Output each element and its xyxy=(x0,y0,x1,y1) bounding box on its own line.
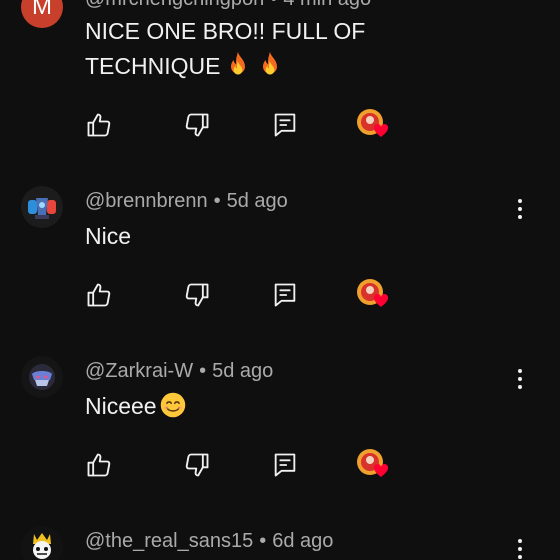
thumbs-down-icon xyxy=(185,453,209,477)
avatar[interactable] xyxy=(21,526,63,560)
dislike-button[interactable] xyxy=(183,451,211,479)
reply-icon xyxy=(274,113,296,137)
comment-text: NICE ONE BRO!! FULL OF TECHNIQUE xyxy=(85,18,366,79)
creator-heart-icon xyxy=(357,449,389,477)
meta-separator: • xyxy=(259,530,267,552)
creator-heart-badge xyxy=(355,107,391,143)
reply-icon xyxy=(274,453,296,477)
creator-heart-badge xyxy=(355,277,391,313)
comment-meta: @the_real_sans15 • 6d ago xyxy=(85,530,333,553)
creator-heart-badge xyxy=(355,447,391,483)
comment-author[interactable]: @mrchengchingpoh xyxy=(85,0,264,10)
like-button[interactable] xyxy=(85,281,113,309)
thumbs-up-icon xyxy=(87,113,111,137)
comment-author[interactable]: @Zarkrai-W xyxy=(85,360,193,382)
comment-time[interactable]: 4 min ago xyxy=(283,0,371,10)
creator-heart-icon xyxy=(357,279,389,307)
avatar-image-icon xyxy=(21,526,63,560)
more-vertical-icon xyxy=(518,539,522,559)
avatar-image-icon xyxy=(21,356,63,398)
comment-actions xyxy=(85,449,405,481)
reply-icon xyxy=(274,283,296,307)
avatar[interactable]: M xyxy=(21,0,63,28)
thumbs-up-icon xyxy=(87,453,111,477)
comments-list: M @mrchengchingpoh • 4 min ago NICE ONE BR… xyxy=(0,0,560,560)
fire-emoji-icon xyxy=(263,51,278,75)
reply-button[interactable] xyxy=(271,281,299,309)
thumbs-down-icon xyxy=(185,283,209,307)
comment-more-button[interactable] xyxy=(510,537,530,560)
comment-actions xyxy=(85,279,405,311)
meta-separator: • xyxy=(199,360,207,382)
comment-meta: @mrchengchingpoh • 4 min ago xyxy=(85,0,371,11)
more-vertical-icon xyxy=(518,369,522,389)
comment-time[interactable]: 6d ago xyxy=(272,530,333,552)
comment-meta: @Zarkrai-W • 5d ago xyxy=(85,360,273,383)
avatar[interactable] xyxy=(21,356,63,398)
smiling-face-emoji-icon xyxy=(160,392,185,418)
more-vertical-icon xyxy=(518,199,522,219)
comment-text: Niceee xyxy=(85,389,505,424)
comment-actions xyxy=(85,109,405,141)
comment-time[interactable]: 5d ago xyxy=(212,360,273,382)
comment-meta: @brennbrenn • 5d ago xyxy=(85,190,288,213)
reply-button[interactable] xyxy=(271,111,299,139)
thumbs-down-icon xyxy=(185,113,209,137)
avatar[interactable] xyxy=(21,186,63,228)
like-button[interactable] xyxy=(85,111,113,139)
comment-more-button[interactable] xyxy=(510,197,530,221)
comment-more-button[interactable] xyxy=(510,367,530,391)
dislike-button[interactable] xyxy=(183,111,211,139)
like-button[interactable] xyxy=(85,451,113,479)
fire-emoji-icon xyxy=(231,51,246,75)
avatar-image-icon xyxy=(21,186,63,228)
meta-separator: • xyxy=(270,0,277,10)
reply-button[interactable] xyxy=(271,451,299,479)
dislike-button[interactable] xyxy=(183,281,211,309)
meta-separator: • xyxy=(213,190,221,212)
thumbs-up-icon xyxy=(87,283,111,307)
comment-text: Nice xyxy=(85,223,132,249)
creator-heart-icon xyxy=(357,109,389,137)
comment-author[interactable]: @brennbrenn xyxy=(85,190,208,212)
comment-author[interactable]: @the_real_sans15 xyxy=(85,530,253,552)
comment-time[interactable]: 5d ago xyxy=(227,190,288,212)
